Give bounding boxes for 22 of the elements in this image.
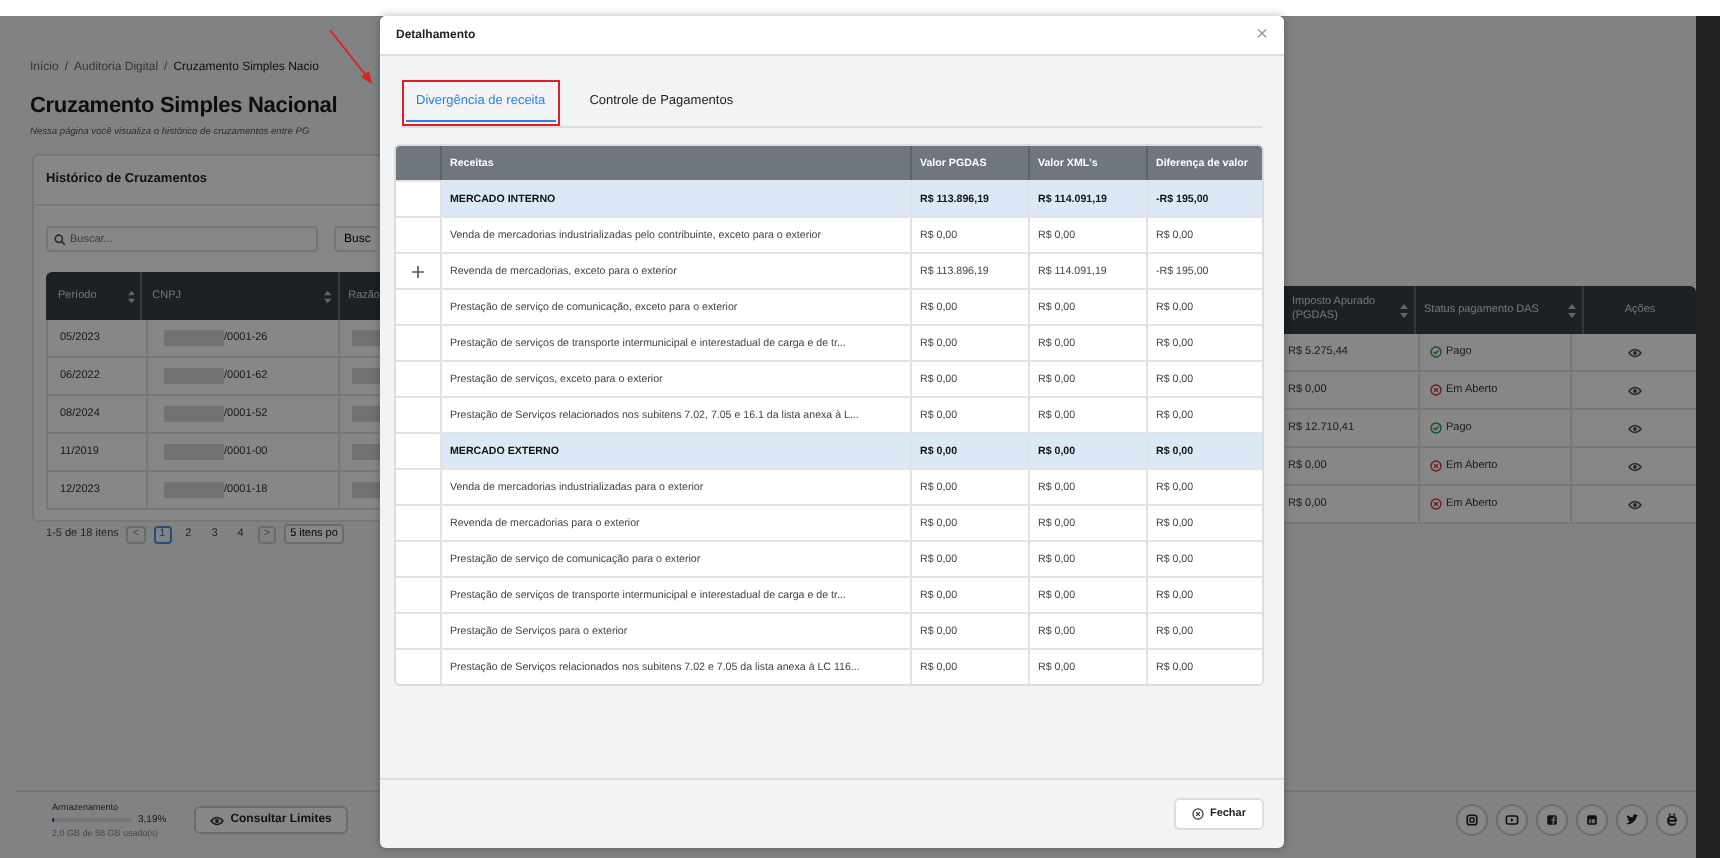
letter-icon[interactable]	[1656, 804, 1688, 836]
video-play-icon[interactable]	[1496, 804, 1528, 836]
search-icon	[54, 233, 66, 245]
sort-icon[interactable]	[1400, 303, 1408, 317]
page-title: Cruzamento Simples Nacional	[30, 94, 340, 118]
sort-icon[interactable]	[127, 289, 135, 303]
eye-icon[interactable]	[1627, 347, 1641, 357]
sort-icon[interactable]	[1568, 303, 1576, 317]
sort-icon[interactable]	[324, 289, 333, 303]
facebook-icon[interactable]	[1536, 804, 1568, 836]
eye-icon	[210, 815, 225, 825]
eye-icon[interactable]	[1627, 423, 1641, 433]
eye-icon[interactable]	[1627, 461, 1641, 471]
close-circle-icon	[1191, 808, 1204, 820]
instagram-icon[interactable]	[1456, 804, 1488, 836]
eye-icon[interactable]	[1627, 385, 1641, 395]
annotation-arrow	[328, 28, 376, 88]
expand-icon[interactable]	[412, 265, 424, 277]
bird-icon[interactable]	[1616, 804, 1648, 836]
eye-icon[interactable]	[1627, 499, 1641, 509]
close-button[interactable]: ×	[1256, 25, 1268, 45]
linkedin-icon[interactable]	[1576, 804, 1608, 836]
